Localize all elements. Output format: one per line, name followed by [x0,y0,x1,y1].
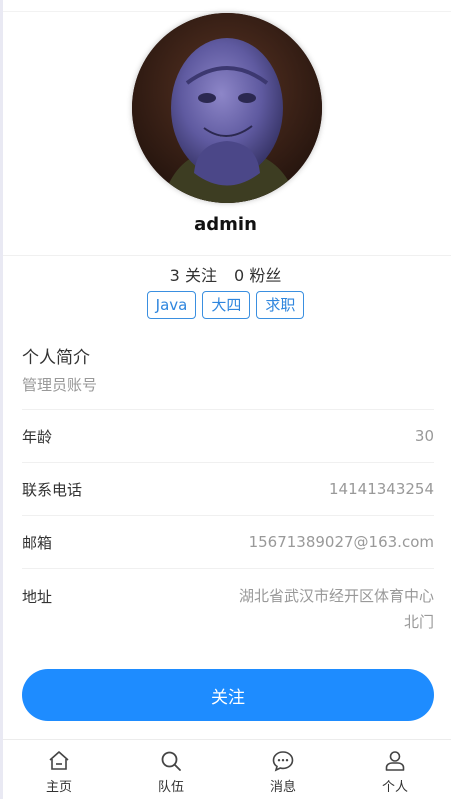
user-icon [385,751,405,771]
email-row: 邮箱 15671389027@163.com [22,515,434,568]
phone-value: 14141343254 [329,480,434,498]
left-edge-divider [0,0,3,799]
top-divider [3,11,451,12]
email-label: 邮箱 [22,533,53,552]
address-label: 地址 [22,588,53,606]
follow-stats: 3 关注 0 粉丝 [0,262,451,286]
followers-stat[interactable]: 0 粉丝 [234,266,281,285]
email-value: 15671389027@163.com [248,533,434,551]
search-icon [161,751,181,771]
avatar-image [132,13,322,203]
age-row: 年龄 30 [22,409,434,462]
tab-team-label: 队伍 [157,780,184,795]
following-stat[interactable]: 3 关注 [170,266,217,285]
tab-messages-label: 消息 [269,780,296,795]
age-value: 30 [414,427,434,445]
divider [3,255,451,256]
followers-label: 粉丝 [249,266,282,285]
follow-button[interactable]: 关注 [22,669,434,721]
tag-job-seeking: 求职 [256,291,305,319]
tag-list: Java 大四 求职 [0,291,451,319]
tab-home[interactable]: 主页 [3,740,115,800]
phone-label: 联系电话 [22,480,83,499]
age-label: 年龄 [22,427,53,446]
phone-row: 联系电话 14141343254 [22,462,434,515]
bottom-tab-bar: 主页 队伍 消息 个人 [3,739,451,800]
tag-senior: 大四 [202,291,251,319]
intro-title: 个人简介 [22,348,90,368]
followers-count: 0 [234,266,245,285]
address-value: 湖北省武汉市经开区体育中心北门 [238,587,434,631]
message-icon [272,751,294,772]
home-icon [49,751,69,770]
tab-messages[interactable]: 消息 [227,740,339,800]
avatar [132,13,322,203]
following-label: 关注 [184,266,217,285]
username: admin [194,214,257,235]
tag-java: Java [146,291,197,319]
tab-profile[interactable]: 个人 [339,740,451,800]
intro-text: 管理员账号 [22,376,98,394]
tab-profile-label: 个人 [381,780,408,795]
tab-home-label: 主页 [45,780,72,795]
tab-team[interactable]: 队伍 [115,740,227,800]
following-count: 3 [169,266,180,285]
address-row: 地址 湖北省武汉市经开区体育中心北门 [22,568,434,647]
